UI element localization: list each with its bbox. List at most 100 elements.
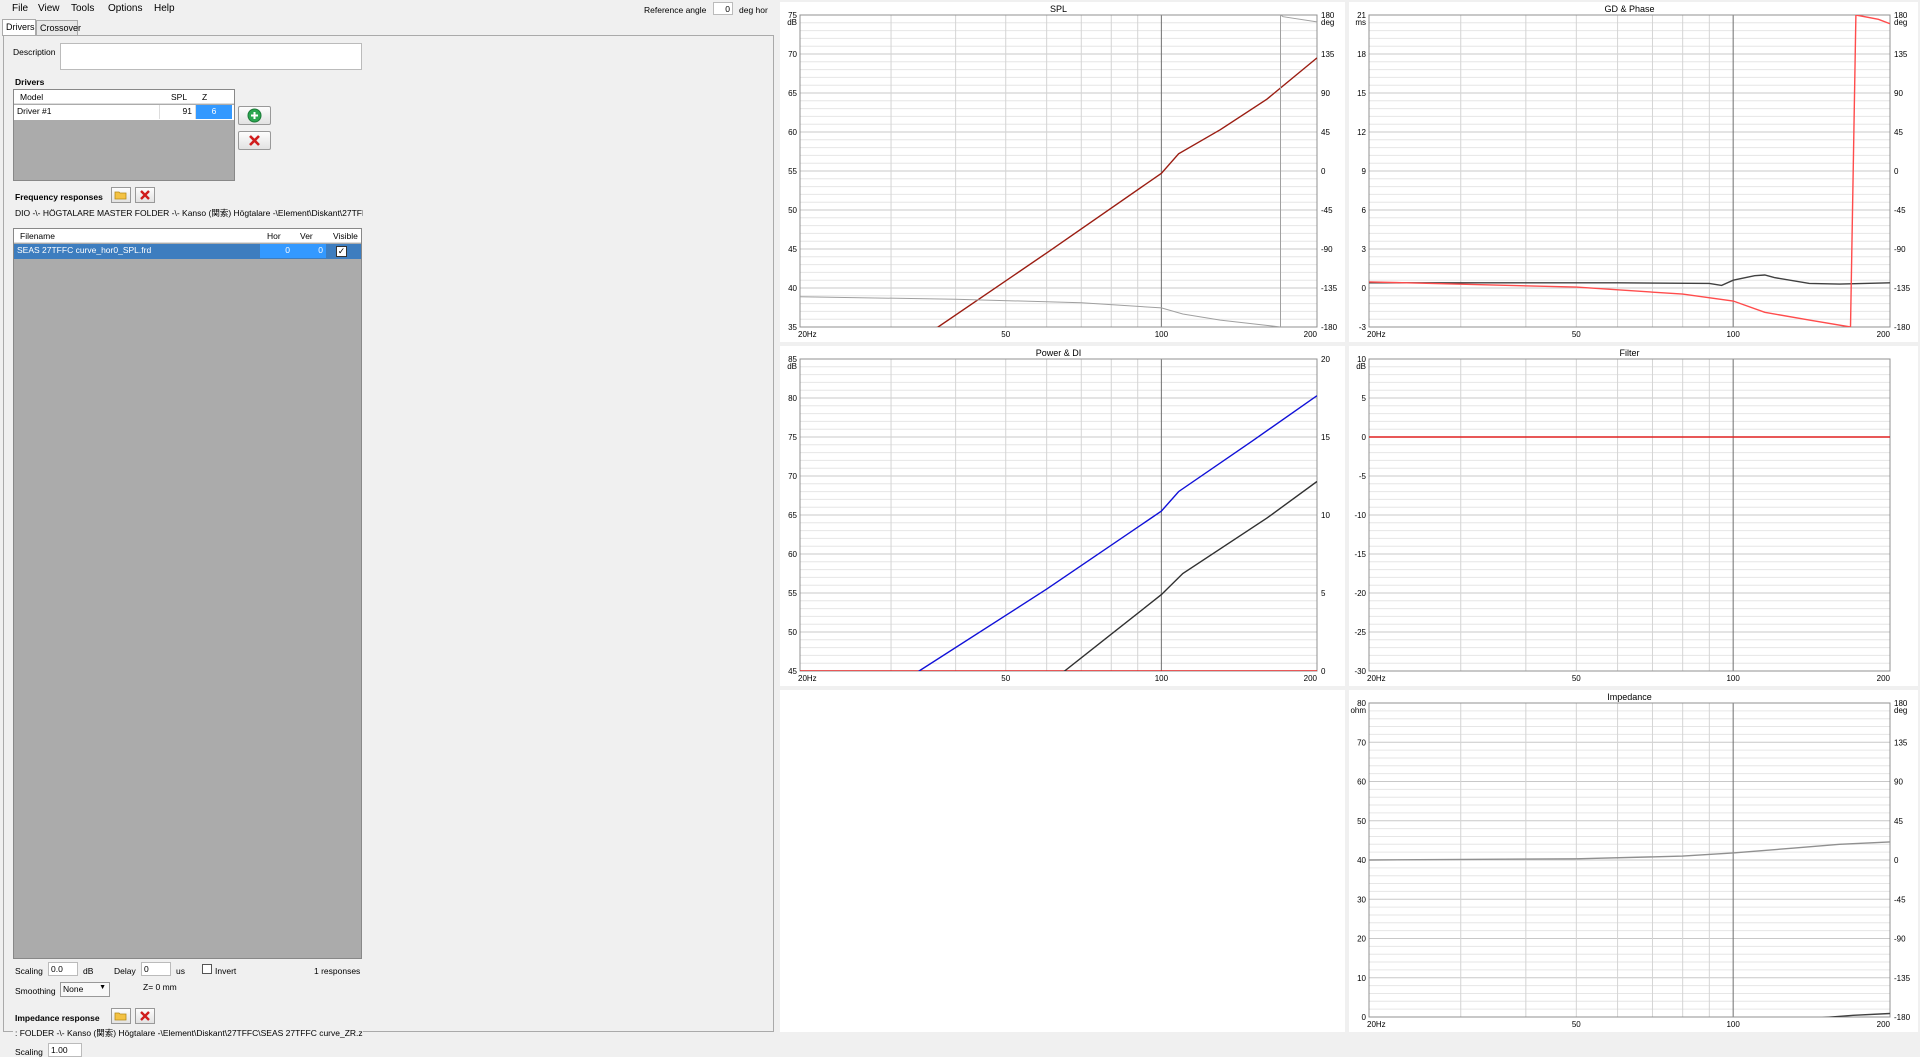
close-icon bbox=[140, 190, 150, 200]
menu-help[interactable]: Help bbox=[154, 3, 175, 14]
impedance-chart-panel[interactable]: Impedance 80 70 60 50 40 30 20 10 0 ohm 180 135 90 45 0… bbox=[1349, 690, 1918, 1032]
x-tick-label: 100 bbox=[1726, 1020, 1740, 1029]
remove-frequency-button[interactable] bbox=[135, 187, 155, 203]
remove-impedance-button[interactable] bbox=[135, 1008, 155, 1024]
drivers-tab-panel: Description Drivers Model SPL Z Driver #… bbox=[3, 35, 774, 1057]
y-tick-label: 0 bbox=[1362, 284, 1367, 293]
y2-tick-label: 90 bbox=[1894, 89, 1903, 98]
y2-tick-label: -45 bbox=[1894, 895, 1906, 904]
filter-chart-panel[interactable]: Filter 10 5 0 -5 -10 -15 -20 -25 -30 dB 20Hz 50 100 20… bbox=[1349, 346, 1918, 686]
open-frequency-button[interactable] bbox=[111, 187, 131, 203]
y-tick-label: 50 bbox=[788, 628, 797, 637]
chart-title: Filter bbox=[1620, 348, 1640, 358]
y-tick-label: 18 bbox=[1357, 50, 1366, 59]
drivers-grid: Model SPL Z Driver #1 91 6 bbox=[13, 89, 235, 181]
y2-tick-label: 15 bbox=[1321, 433, 1330, 442]
smoothing-value: None bbox=[63, 984, 84, 994]
y-tick-label: 0 bbox=[1362, 433, 1367, 442]
col-z: Z bbox=[202, 92, 208, 102]
menu-bar: File View Tools Options Help Reference a… bbox=[0, 0, 774, 18]
smoothing-select[interactable]: None ▼ bbox=[60, 982, 110, 997]
y-tick-label: 70 bbox=[788, 50, 797, 59]
col-visible: Visible bbox=[333, 231, 358, 241]
y-tick-label: 65 bbox=[788, 89, 797, 98]
y2-tick-label: -45 bbox=[1321, 206, 1333, 215]
reference-angle-input[interactable]: 0 bbox=[713, 2, 733, 15]
x-tick-label: 20Hz bbox=[1367, 330, 1386, 339]
table-row[interactable]: Driver #1 91 6 bbox=[14, 105, 234, 120]
frequency-grid-header: Filename Hor Ver Visible bbox=[14, 229, 361, 243]
y-tick-label: 3 bbox=[1362, 245, 1367, 254]
series-line bbox=[917, 395, 1317, 671]
chart-svg: GD & Phase211815129630-3ms18013590450-45… bbox=[1355, 4, 1911, 339]
y-tick-label: 15 bbox=[1357, 89, 1366, 98]
y2-tick-label: 135 bbox=[1894, 738, 1908, 747]
y2-unit-label: deg bbox=[1321, 18, 1334, 27]
x-tick-label: 50 bbox=[1001, 674, 1010, 683]
driver-model-cell[interactable]: Driver #1 bbox=[14, 105, 160, 119]
x-tick-label: 100 bbox=[1155, 674, 1169, 683]
y-tick-label: 12 bbox=[1357, 128, 1366, 137]
menu-view[interactable]: View bbox=[38, 3, 60, 14]
chart-svg: Power & DI858075706560555045dB2015105020… bbox=[787, 348, 1330, 683]
menu-tools[interactable]: Tools bbox=[71, 3, 94, 14]
frequency-path: DIO -\- HÖGTALARE MASTER FOLDER -\- Kans… bbox=[13, 206, 363, 220]
y2-tick-label: 45 bbox=[1894, 128, 1903, 137]
driver-z-cell[interactable]: 6 bbox=[196, 105, 232, 119]
y-tick-label: 60 bbox=[788, 128, 797, 137]
add-driver-button[interactable] bbox=[238, 106, 271, 125]
y2-tick-label: 90 bbox=[1321, 89, 1330, 98]
y-unit-label: ms bbox=[1355, 18, 1366, 27]
plus-icon bbox=[247, 108, 262, 123]
y-unit-label: dB bbox=[787, 362, 797, 371]
x-tick-label: 50 bbox=[1572, 1020, 1581, 1029]
frequency-filename-cell[interactable]: SEAS 27TFFC curve_hor0_SPL.frd bbox=[14, 244, 260, 258]
delay-input[interactable]: 0 bbox=[141, 962, 171, 976]
gd-phase-chart-panel[interactable]: GD & Phase 21 18 15 12 9 6 3 0 -3 ms 180 135 90 45 0 -45… bbox=[1349, 2, 1918, 342]
y2-tick-label: -135 bbox=[1894, 974, 1911, 983]
y-tick-label: 30 bbox=[1357, 895, 1366, 904]
driver-spl-cell[interactable]: 91 bbox=[160, 105, 196, 119]
spl-chart-panel[interactable]: SPL 75 70 65 60 55 50 45 40 35 dB 180 135 90 45 0 -45 -90… bbox=[780, 2, 1345, 342]
y-tick-label: 6 bbox=[1362, 206, 1367, 215]
x-tick-label: 50 bbox=[1001, 330, 1010, 339]
power-di-chart-panel[interactable]: Power & DI 85 80 75 70 65 60 55 50 45 dB 20 15 10 5 0 20… bbox=[780, 346, 1345, 686]
y-tick-label: 75 bbox=[788, 433, 797, 442]
reference-angle-label: Reference angle bbox=[644, 5, 707, 15]
y2-tick-label: -180 bbox=[1894, 323, 1911, 332]
scaling-label: Scaling bbox=[15, 966, 43, 976]
tab-crossover[interactable]: Crossover bbox=[36, 20, 81, 35]
x-tick-label: 100 bbox=[1726, 674, 1740, 683]
chart-title: Impedance bbox=[1607, 692, 1652, 702]
folder-open-icon bbox=[114, 191, 127, 200]
remove-driver-button[interactable] bbox=[238, 131, 271, 150]
y-tick-label: 50 bbox=[788, 206, 797, 215]
y2-tick-label: -180 bbox=[1894, 1013, 1911, 1022]
table-row[interactable]: SEAS 27TFFC curve_hor0_SPL.frd 0 0 ✓ bbox=[14, 244, 361, 259]
y-tick-label: 40 bbox=[788, 284, 797, 293]
frequency-hor-cell[interactable]: 0 bbox=[260, 244, 293, 258]
y2-tick-label: 45 bbox=[1321, 128, 1330, 137]
y2-tick-label: 135 bbox=[1321, 50, 1335, 59]
x-tick-label: 50 bbox=[1572, 330, 1581, 339]
y-tick-label: 55 bbox=[788, 167, 797, 176]
tab-drivers[interactable]: Drivers bbox=[2, 19, 36, 36]
open-impedance-button[interactable] bbox=[111, 1008, 131, 1024]
delay-label: Delay bbox=[114, 966, 136, 976]
menu-options[interactable]: Options bbox=[108, 3, 142, 14]
impedance-path: : FOLDER -\- Kanso (関索) Högtalare -\Elem… bbox=[13, 1026, 363, 1040]
y-unit-label: ohm bbox=[1350, 706, 1366, 715]
description-input[interactable] bbox=[60, 43, 362, 70]
impedance-scaling-input[interactable]: 1.00 bbox=[48, 1043, 82, 1057]
frequency-ver-cell[interactable]: 0 bbox=[293, 244, 326, 258]
x-tick-label: 20Hz bbox=[1367, 1020, 1386, 1029]
series-line bbox=[1280, 15, 1317, 23]
menu-file[interactable]: File bbox=[12, 3, 28, 14]
y-tick-label: 70 bbox=[1357, 738, 1366, 747]
y2-tick-label: -90 bbox=[1894, 935, 1906, 944]
visible-checkbox[interactable]: ✓ bbox=[336, 246, 347, 257]
scaling-input[interactable]: 0.0 bbox=[48, 962, 78, 976]
invert-checkbox[interactable] bbox=[202, 964, 212, 974]
y2-tick-label: 90 bbox=[1894, 778, 1903, 787]
col-spl: SPL bbox=[171, 92, 188, 102]
